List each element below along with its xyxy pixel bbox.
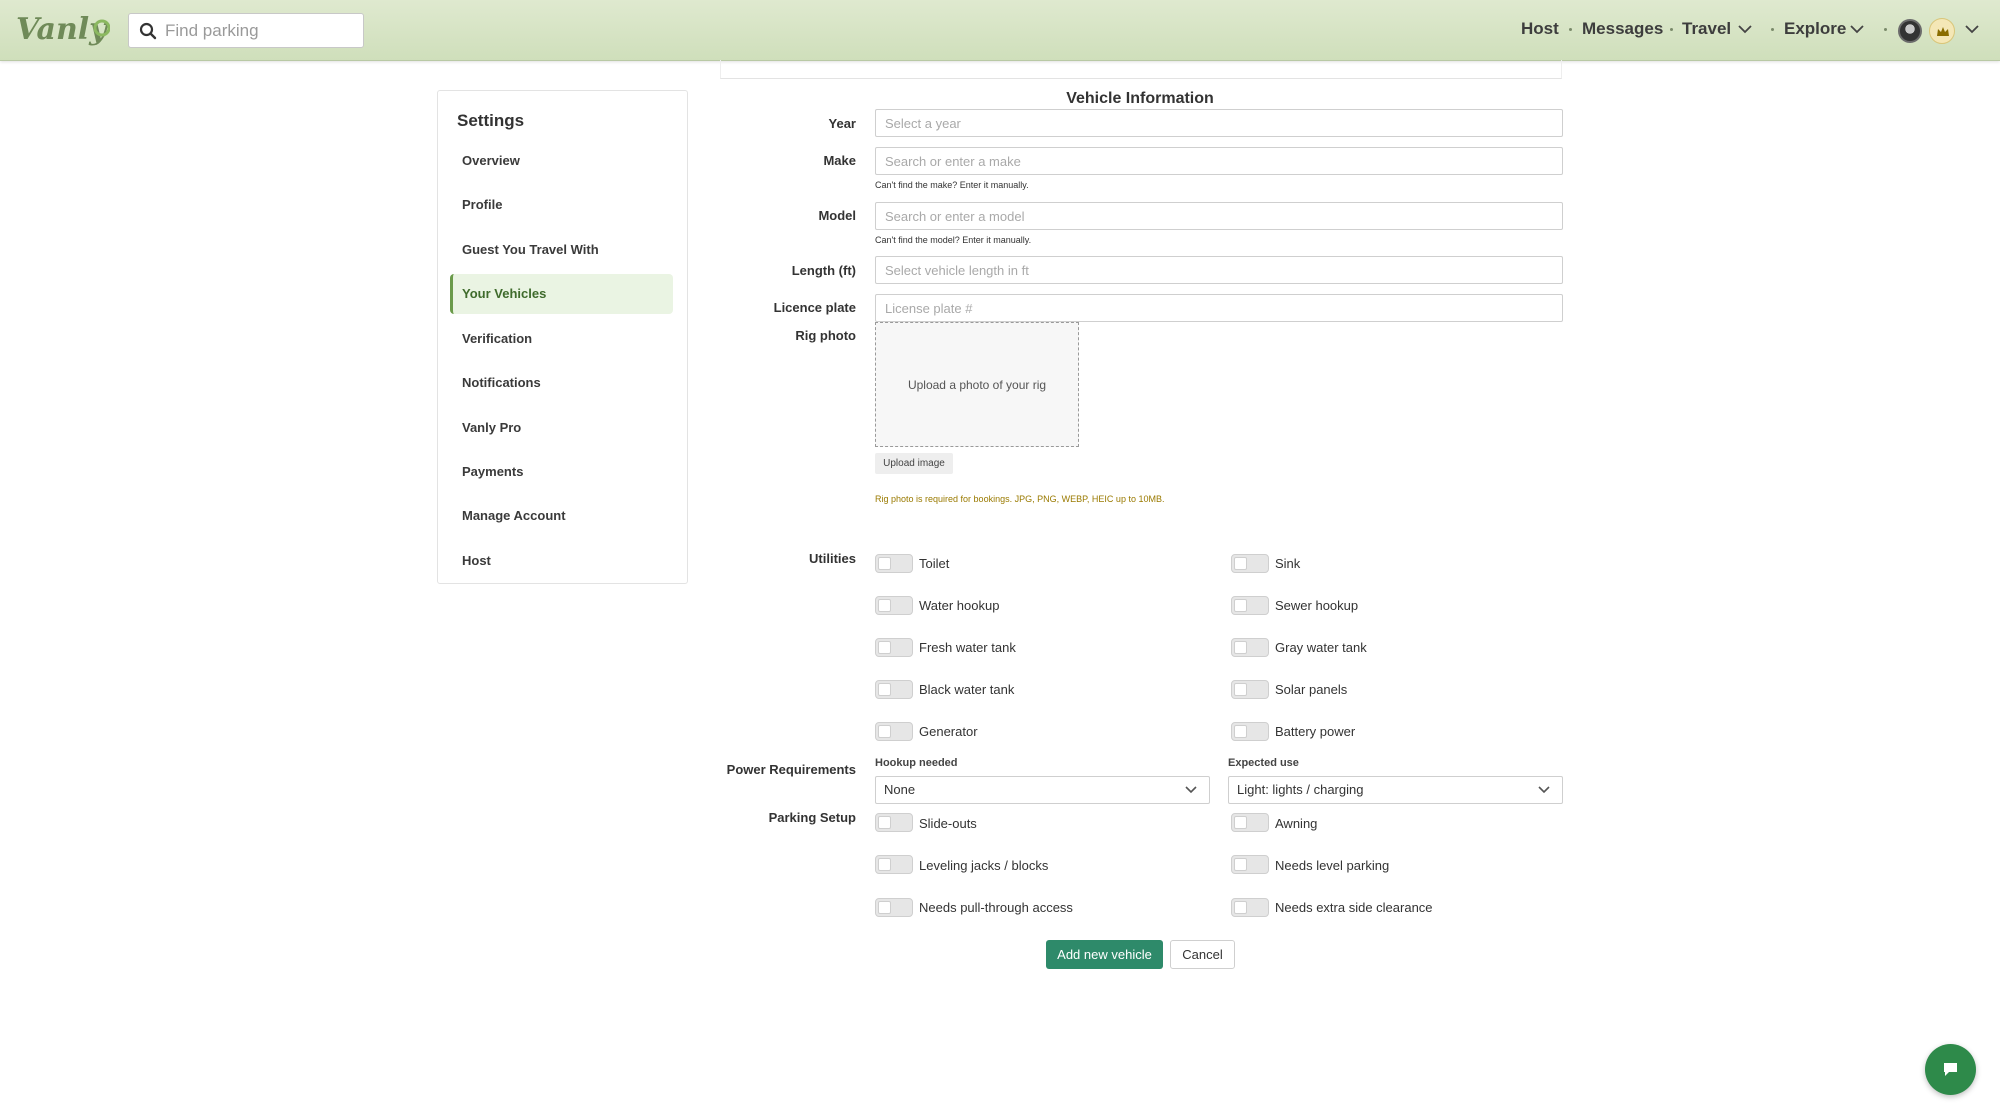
- toggle-extra-side-clearance[interactable]: [1231, 898, 1269, 917]
- dropzone-text: Upload a photo of your rig: [907, 377, 1047, 392]
- sidebar-item-vanly-pro[interactable]: Vanly Pro: [450, 408, 673, 448]
- cancel-button[interactable]: Cancel: [1170, 940, 1235, 969]
- toggle-pull-through[interactable]: [875, 898, 913, 917]
- sidebar-item-notifications[interactable]: Notifications: [450, 363, 673, 403]
- toggle-gray-water-tank[interactable]: [1231, 638, 1269, 657]
- model-input[interactable]: [875, 202, 1563, 230]
- expected-use-value: Light: lights / charging: [1237, 782, 1364, 797]
- toggle-label: Slide-outs: [919, 816, 977, 831]
- sidebar-item-manage-account[interactable]: Manage Account: [450, 496, 673, 536]
- previous-card-edge: [720, 60, 1562, 79]
- toggle-label: Leveling jacks / blocks: [919, 858, 1049, 873]
- toggle-label: Water hookup: [919, 598, 1000, 613]
- nav-separator: [1771, 28, 1774, 31]
- sidebar-title: Settings: [457, 111, 525, 130]
- search-box[interactable]: [128, 13, 364, 48]
- toggle-generator[interactable]: [875, 722, 913, 741]
- licence-plate-input[interactable]: [875, 294, 1563, 322]
- nav-separator: [1884, 28, 1887, 31]
- toggle-label: Battery power: [1275, 724, 1356, 739]
- chat-button[interactable]: [1925, 1044, 1976, 1095]
- licence-plate-label: Licence plate: [773, 300, 856, 315]
- add-new-vehicle-button[interactable]: Add new vehicle: [1046, 940, 1163, 969]
- chevron-down-icon: [1185, 786, 1197, 794]
- expected-use-select[interactable]: Light: lights / charging: [1228, 776, 1563, 804]
- model-label: Model: [818, 208, 856, 223]
- year-label: Year: [828, 116, 856, 131]
- toggle-label: Needs extra side clearance: [1275, 900, 1433, 915]
- toggle-sewer-hookup[interactable]: [1231, 596, 1269, 615]
- toggle-fresh-water-tank[interactable]: [875, 638, 913, 657]
- top-navigation-bar: Vanly Host Messages Travel Explore: [0, 0, 2000, 61]
- sidebar-item-payments[interactable]: Payments: [450, 452, 673, 492]
- nav-host[interactable]: Host: [1521, 19, 1559, 39]
- chevron-down-icon[interactable]: [1850, 24, 1864, 34]
- hookup-needed-select[interactable]: None: [875, 776, 1210, 804]
- toggle-battery-power[interactable]: [1231, 722, 1269, 741]
- vanly-logo[interactable]: Vanly: [14, 6, 110, 50]
- hookup-needed-label: Hookup needed: [875, 757, 958, 769]
- form-title: Vehicle Information: [1066, 90, 1214, 107]
- sidebar-item-verification[interactable]: Verification: [450, 319, 673, 359]
- chat-icon: [1944, 1063, 1957, 1076]
- parking-setup-label: Parking Setup: [768, 810, 856, 825]
- pro-crown-icon[interactable]: [1929, 18, 1955, 44]
- toggle-label: Solar panels: [1275, 682, 1348, 697]
- toggle-label: Gray water tank: [1275, 640, 1367, 655]
- toggle-toilet[interactable]: [875, 554, 913, 573]
- toggle-label: Fresh water tank: [919, 640, 1016, 655]
- chevron-down-icon[interactable]: [1965, 24, 1979, 34]
- toggle-needs-level-parking[interactable]: [1231, 855, 1269, 874]
- expected-use-label: Expected use: [1228, 757, 1299, 769]
- rig-photo-label: Rig photo: [795, 328, 856, 343]
- search-input[interactable]: [165, 14, 360, 47]
- upload-image-button[interactable]: Upload image: [875, 453, 953, 474]
- nav-separator: [1670, 28, 1673, 31]
- sidebar-item-profile[interactable]: Profile: [450, 185, 673, 225]
- length-label: Length (ft): [791, 263, 856, 278]
- nav-separator: [1569, 28, 1572, 31]
- toggle-label: Awning: [1275, 816, 1318, 831]
- avatar[interactable]: [1898, 19, 1922, 43]
- power-requirements-label: Power Requirements: [726, 762, 856, 777]
- rig-photo-requirement-note: Rig photo is required for bookings. JPG,…: [875, 494, 1165, 504]
- sidebar-item-your-vehicles[interactable]: Your Vehicles: [450, 274, 673, 314]
- make-input[interactable]: [875, 147, 1563, 175]
- toggle-solar-panels[interactable]: [1231, 680, 1269, 699]
- model-hint: Can't find the model? Enter it manually.: [875, 235, 1032, 245]
- length-select[interactable]: [875, 256, 1563, 284]
- toggle-black-water-tank[interactable]: [875, 680, 913, 699]
- make-label: Make: [823, 153, 856, 168]
- toggle-label: Sink: [1275, 556, 1301, 571]
- sidebar-item-guests[interactable]: Guest You Travel With: [450, 230, 673, 270]
- nav-explore[interactable]: Explore: [1784, 19, 1846, 39]
- nav-travel[interactable]: Travel: [1682, 19, 1731, 39]
- make-hint: Can't find the make? Enter it manually.: [875, 180, 1029, 190]
- year-select[interactable]: [875, 109, 1563, 137]
- toggle-label: Sewer hookup: [1275, 598, 1359, 613]
- utilities-label: Utilities: [809, 551, 856, 566]
- toggle-label: Toilet: [919, 556, 950, 571]
- sidebar-item-overview[interactable]: Overview: [450, 141, 673, 181]
- sidebar-item-host[interactable]: Host: [450, 541, 673, 581]
- toggle-water-hookup[interactable]: [875, 596, 913, 615]
- toggle-leveling-jacks[interactable]: [875, 855, 913, 874]
- hookup-needed-value: None: [884, 782, 916, 797]
- toggle-slide-outs[interactable]: [875, 813, 913, 832]
- toggle-label: Needs pull-through access: [919, 900, 1073, 915]
- toggle-label: Black water tank: [919, 682, 1015, 697]
- search-icon: [139, 22, 157, 40]
- chevron-down-icon[interactable]: [1738, 24, 1752, 34]
- toggle-label: Needs level parking: [1275, 858, 1390, 873]
- rig-photo-dropzone[interactable]: Upload a photo of your rig: [875, 322, 1079, 447]
- toggle-awning[interactable]: [1231, 813, 1269, 832]
- toggle-sink[interactable]: [1231, 554, 1269, 573]
- toggle-label: Generator: [919, 724, 978, 739]
- nav-messages[interactable]: Messages: [1582, 19, 1663, 39]
- settings-sidebar: Settings Overview Profile Guest You Trav…: [437, 90, 688, 584]
- chevron-down-icon: [1538, 786, 1550, 794]
